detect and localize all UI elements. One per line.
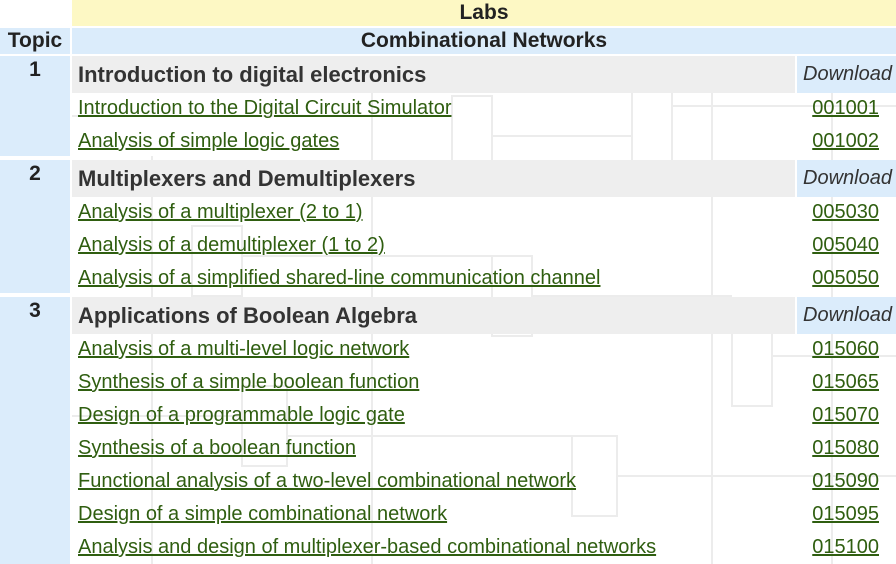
section-title-2: Multiplexers and Demultiplexers: [72, 160, 795, 197]
lab-code-005040[interactable]: 005040: [812, 233, 879, 257]
lab-link-005050[interactable]: Analysis of a simplified shared-line com…: [78, 266, 600, 290]
lab-code-015070[interactable]: 015070: [812, 403, 879, 427]
download-label-2: Download: [797, 160, 896, 197]
lab-link-015065[interactable]: Synthesis of a simple boolean function: [78, 370, 419, 394]
labs-page: Labs Topic Combinational Networks 1 Intr…: [0, 0, 896, 564]
lab-code-015095[interactable]: 015095: [812, 502, 879, 526]
lab-link-015090[interactable]: Functional analysis of a two-level combi…: [78, 469, 576, 493]
topic-column-header: Topic: [0, 28, 70, 54]
section-title-3: Applications of Boolean Algebra: [72, 297, 795, 334]
topic-number-1: 1: [0, 56, 70, 156]
lab-link-001002[interactable]: Analysis of simple logic gates: [78, 129, 339, 153]
lab-code-015065[interactable]: 015065: [812, 370, 879, 394]
download-label-1: Download: [797, 56, 896, 93]
topic-number-2: 2: [0, 160, 70, 293]
lab-link-001001[interactable]: Introduction to the Digital Circuit Simu…: [78, 96, 452, 120]
lab-link-005030[interactable]: Analysis of a multiplexer (2 to 1): [78, 200, 363, 224]
topic-number-3: 3: [0, 297, 70, 564]
lab-code-015090[interactable]: 015090: [812, 469, 879, 493]
lab-code-015100[interactable]: 015100: [812, 535, 879, 559]
lab-link-015080[interactable]: Synthesis of a boolean function: [78, 436, 356, 460]
lab-link-005040[interactable]: Analysis of a demultiplexer (1 to 2): [78, 233, 385, 257]
lab-link-015100[interactable]: Analysis and design of multiplexer-based…: [78, 535, 656, 559]
lab-code-015080[interactable]: 015080: [812, 436, 879, 460]
lab-link-015060[interactable]: Analysis of a multi-level logic network: [78, 337, 409, 361]
section-title-1: Introduction to digital electronics: [72, 56, 795, 93]
labs-header: Labs: [72, 0, 896, 26]
lab-code-005030[interactable]: 005030: [812, 200, 879, 224]
lab-code-015060[interactable]: 015060: [812, 337, 879, 361]
lab-code-001002[interactable]: 001002: [812, 129, 879, 153]
download-label-3: Download: [797, 297, 896, 334]
lab-link-015070[interactable]: Design of a programmable logic gate: [78, 403, 405, 427]
lab-code-005050[interactable]: 005050: [812, 266, 879, 290]
lab-code-001001[interactable]: 001001: [812, 96, 879, 120]
lab-link-015095[interactable]: Design of a simple combinational network: [78, 502, 447, 526]
category-header: Combinational Networks: [72, 28, 896, 54]
